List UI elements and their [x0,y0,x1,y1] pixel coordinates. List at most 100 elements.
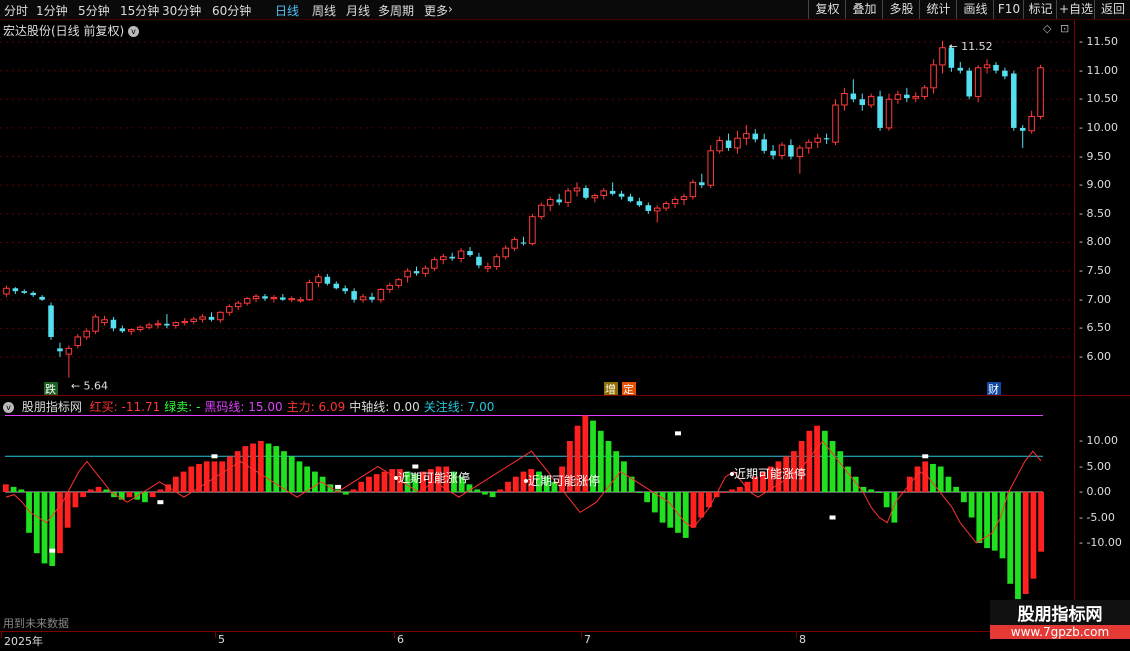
indicator-bar [157,489,164,492]
timeframe-tab-8[interactable]: 月线 [346,2,370,19]
indicator-bar [312,471,318,492]
limit-up-annotation: 近期可能涨停 [734,466,806,481]
indicator-bar [103,489,110,492]
candle-body [270,296,278,300]
timeframe-tab-3[interactable]: 15分钟 [120,2,159,19]
indicator-bar [999,492,1006,559]
indicator-bar [930,463,936,492]
timeframe-tab-7[interactable]: 周线 [312,2,336,19]
indicator-value-3: 主力: 6.09 [286,400,346,414]
timeframe-tab-4[interactable]: 30分钟 [162,2,201,19]
candle-body [30,292,36,296]
indicator-bar [821,430,828,492]
price-axis-label: - 7.50 [1079,264,1111,278]
indicator-bar [2,484,9,492]
candle-body [805,141,813,149]
indicator-bar [721,492,728,493]
candle-body [234,302,242,308]
candle-body [662,203,670,209]
indicator-bar [953,486,960,492]
timeframe-tab-9[interactable]: 多周期 [378,2,414,19]
chevron-right-icon[interactable]: › [448,2,453,16]
indicator-bar [342,492,349,495]
candle-body [699,182,705,186]
indicator-bar [899,492,905,493]
candle-body [3,287,10,295]
toolbar-button-6[interactable]: 标记 [1023,0,1057,19]
indicator-bar [512,476,519,492]
indicator-bar [806,430,813,492]
candle-body [957,67,964,71]
toolbar-button-4[interactable]: 画线 [956,0,994,19]
toolbar-button-5[interactable]: F10 [993,0,1024,19]
indicator-bar [875,492,882,493]
timeframe-tab-6[interactable]: 日线 [275,2,299,19]
candle-body [796,147,804,158]
candle-body [1028,115,1035,132]
candle-body [351,291,357,300]
timeframe-tab-2[interactable]: 5分钟 [78,2,110,19]
candle-body [48,305,54,337]
timeframe-tab-10[interactable]: 更多 [424,2,448,19]
candle-body [467,251,473,256]
indicator-marker [922,454,929,459]
candle-body [377,288,385,301]
indicator-value-2: 黑码线: 15.00 [204,400,283,414]
indicator-value-5: 关注线: 7.00 [423,400,495,414]
price-axis: - 11.50 - 11.00 - 10.50 - 10.00 - 9.50 - 9.00… [1075,20,1130,395]
chevron-down-icon[interactable]: v [3,402,14,413]
candle-body [502,247,509,258]
candle-body [262,296,268,299]
indicator-bar [234,451,241,492]
indicator-bar [33,492,40,554]
indicator-bar [373,474,380,492]
limit-up-annotation: 近期可能涨停 [528,473,600,488]
indicator-bar [690,492,697,528]
kline-chart[interactable]: ← 11.52 ← 5.64 跌 增定 财近期可能涨停 近期可能涨停 近期可能涨停 [0,20,1075,632]
candle-body [136,326,144,331]
indicator-bar [675,492,681,533]
timeframe-tab-5[interactable]: 60分钟 [212,2,251,19]
indicator-bar [1030,492,1037,579]
period-toolbar: 分时 1分钟 5分钟 15分钟 30分钟 60分钟 日线 周线 月线 多周期 更多 › 复权 叠加 多股… [0,0,1130,20]
candle-body [707,150,714,186]
indicator-axis-label: - 10.00 [1079,434,1118,447]
indicator-bar [868,489,875,492]
indicator-bar [621,461,627,492]
indicator-bar [381,471,388,492]
candle-body [814,137,821,143]
candle-body [413,271,420,274]
indicator-bar [698,492,705,518]
toolbar-button-8[interactable]: 返回 [1094,0,1130,19]
toolbar-button-7[interactable]: +自选 [1056,0,1095,19]
toolbar-button-3[interactable]: 统计 [919,0,957,19]
candle-body [850,93,857,100]
indicator-bar [736,486,743,492]
indicator-name: 股朋指标网 [21,400,82,414]
candle-body [164,323,170,326]
candle-body [333,283,340,289]
timeframe-tab-0[interactable]: 分时 [4,2,28,19]
candle-body [110,319,117,329]
candle-body [243,298,251,304]
timeframe-tab-1[interactable]: 1分钟 [36,2,68,19]
candle-body [449,256,455,259]
time-axis-label: 2025年 [4,635,43,648]
indicator-bar [257,441,264,492]
candle-body [520,242,527,244]
candle-body [983,64,991,69]
indicator-bar [304,466,311,492]
candle-body [1019,127,1026,131]
candle-body [74,336,82,347]
toolbar-button-1[interactable]: 叠加 [845,0,883,19]
candle-body [484,266,492,269]
indicator-bar [281,451,287,492]
candle-body [993,64,999,71]
candle-body [101,319,108,324]
candle-body [252,295,260,300]
price-axis-label: - 11.50 [1079,35,1118,48]
toolbar-button-0[interactable]: 复权 [808,0,846,19]
indicator-value-0: 红买: -11.71 [89,400,161,414]
toolbar-button-2[interactable]: 多股 [882,0,920,19]
time-axis-label: 8 [799,633,806,646]
